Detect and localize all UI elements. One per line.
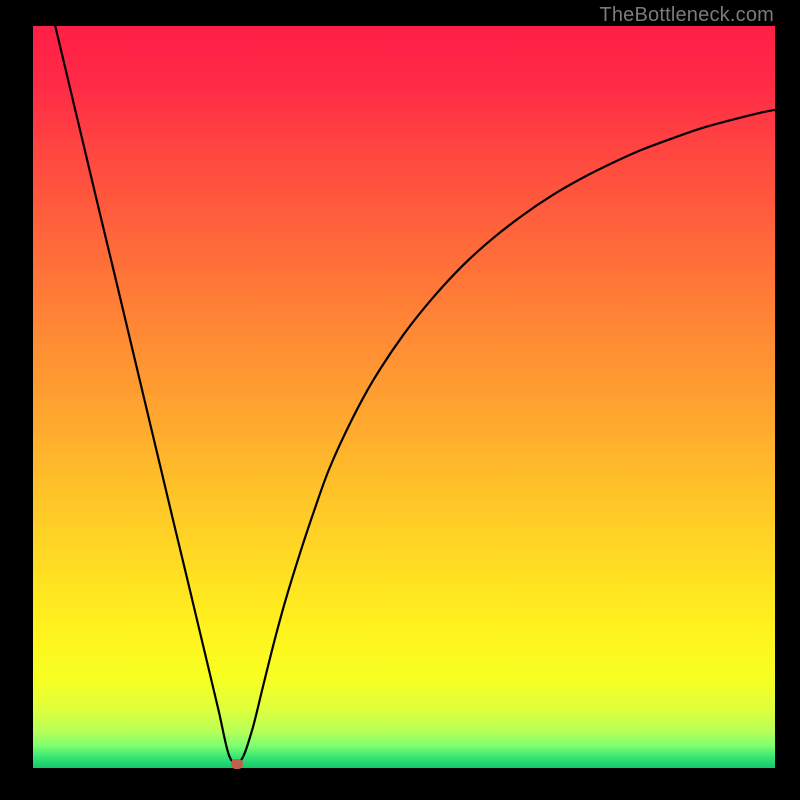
bottleneck-curve — [33, 26, 775, 768]
chart-frame: TheBottleneck.com — [0, 0, 800, 800]
watermark-text: TheBottleneck.com — [599, 4, 774, 27]
plot-area — [33, 26, 775, 768]
optimum-marker — [231, 759, 243, 769]
